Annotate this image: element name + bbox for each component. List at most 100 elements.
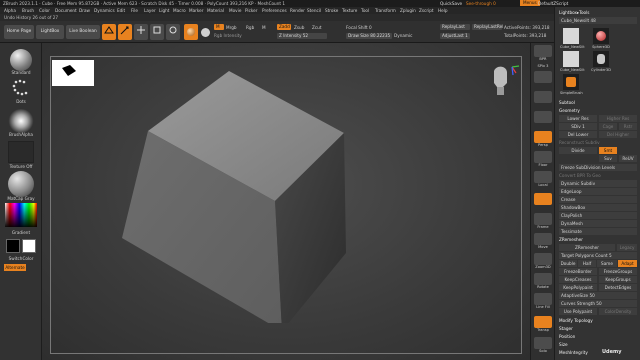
tessimate-button[interactable]: Tessimate bbox=[559, 228, 637, 235]
frame-button[interactable] bbox=[534, 213, 552, 225]
use-polypaint-toggle[interactable]: Use Polypaint bbox=[559, 308, 597, 315]
line-fill-button[interactable] bbox=[534, 293, 552, 305]
replay-last-rel-button[interactable]: ReplayLastRel bbox=[472, 24, 503, 30]
scale-mode-button[interactable] bbox=[150, 24, 164, 40]
solo-button[interactable] bbox=[534, 337, 552, 349]
menu-material[interactable]: Material bbox=[207, 8, 224, 13]
color-picker[interactable] bbox=[200, 24, 212, 40]
size-header[interactable]: Size bbox=[559, 341, 637, 348]
subtool-header[interactable]: Subtool bbox=[559, 99, 637, 106]
zremesher-button[interactable]: ZRemesher bbox=[559, 244, 615, 251]
menu-dynamics[interactable]: Dynamics bbox=[94, 8, 115, 13]
m-toggle[interactable]: M bbox=[262, 25, 266, 30]
curves-strength-slider[interactable]: Curves Strength 50 bbox=[559, 300, 637, 307]
default-zscript-button[interactable]: DefaultZScript bbox=[538, 1, 568, 6]
clay-polish-button[interactable]: ClayPolish bbox=[559, 212, 637, 219]
alternate-button[interactable]: Alternate bbox=[4, 264, 26, 271]
divide-button[interactable]: Divide bbox=[559, 147, 597, 154]
reconstruct-subdiv-button[interactable]: Reconstruct Subdiv bbox=[559, 139, 637, 146]
position-header[interactable]: Position bbox=[559, 333, 637, 340]
zoom-button[interactable] bbox=[534, 91, 552, 103]
tool-thumb-sphere[interactable] bbox=[593, 28, 609, 44]
freeze-groups-toggle[interactable]: FreezeGroups bbox=[599, 268, 637, 275]
menu-render[interactable]: Render bbox=[290, 8, 305, 13]
menu-transform[interactable]: Transform bbox=[375, 8, 396, 13]
menu-alpha[interactable]: Alpha bbox=[4, 8, 16, 13]
adjust-last-slider[interactable]: AdjustLast 1 bbox=[440, 33, 470, 39]
geometry-header[interactable]: Geometry bbox=[559, 107, 637, 114]
sdiv-slider[interactable]: SDiv 1 bbox=[559, 123, 597, 130]
main-color-swatch[interactable] bbox=[22, 239, 36, 253]
tool-thumb-cylinder[interactable] bbox=[593, 51, 609, 67]
navigation-gizmo-icon[interactable] bbox=[482, 61, 522, 101]
rgb-toggle[interactable]: Rgb bbox=[246, 25, 254, 30]
secondary-color-swatch[interactable] bbox=[6, 239, 20, 253]
adaptive-size-slider[interactable]: AdaptiveSize 50 bbox=[559, 292, 637, 299]
freeze-border-toggle[interactable]: FreezeBorder bbox=[559, 268, 597, 275]
spix-slider[interactable]: SPix 3 bbox=[531, 64, 555, 68]
matcap-gray-icon[interactable] bbox=[8, 171, 34, 197]
menu-help[interactable]: Help bbox=[438, 8, 448, 13]
transp-button[interactable] bbox=[534, 316, 552, 328]
floor-button[interactable] bbox=[534, 151, 552, 163]
menu-document[interactable]: Document bbox=[55, 8, 77, 13]
menu-zscript[interactable]: Zscript bbox=[419, 8, 434, 13]
zremesher-header[interactable]: ZRemesher bbox=[559, 236, 637, 243]
cage-button[interactable]: Cage bbox=[599, 123, 617, 130]
del-higher-button[interactable]: Del Higher bbox=[599, 131, 637, 138]
mrgb-label[interactable]: Mrgb bbox=[226, 25, 237, 30]
target-polygons-slider[interactable]: Target Polygons Count 5 bbox=[559, 252, 637, 259]
actual-button[interactable] bbox=[534, 111, 552, 123]
gradient-label[interactable]: Gradient bbox=[2, 230, 40, 235]
menu-zplugin[interactable]: Zplugin bbox=[400, 8, 416, 13]
move-view-button[interactable] bbox=[534, 233, 552, 245]
crease-button[interactable]: Crease bbox=[559, 196, 637, 203]
zsub-toggle[interactable]: Zsub bbox=[294, 25, 304, 30]
mrgb-toggle[interactable]: M bbox=[214, 24, 224, 30]
tool-thumb-cube-2[interactable] bbox=[563, 51, 579, 67]
xyz-button[interactable] bbox=[534, 193, 552, 205]
menu-tool[interactable]: Tool bbox=[361, 8, 369, 13]
see-through-slider[interactable]: See-through 0 bbox=[466, 1, 496, 6]
menu-stencil[interactable]: Stencil bbox=[307, 8, 321, 13]
mesh-integrity-header[interactable]: MeshIntegrity bbox=[559, 349, 637, 356]
menu-brush[interactable]: Brush bbox=[22, 8, 34, 13]
canvas-viewport[interactable] bbox=[42, 43, 530, 360]
home-page-button[interactable]: Home Page bbox=[4, 25, 34, 39]
keep-polypaint-toggle[interactable]: KeepPolypaint bbox=[559, 284, 597, 291]
standard-brush-icon[interactable] bbox=[10, 49, 32, 71]
current-tool-slider[interactable]: Cube_Newsilt 48 bbox=[559, 17, 637, 24]
focal-shift-slider[interactable]: Focal Shift 0 bbox=[346, 25, 372, 30]
move-mode-button[interactable] bbox=[134, 24, 148, 40]
smt-toggle[interactable]: Smt bbox=[599, 147, 617, 154]
material-swatch[interactable] bbox=[184, 24, 198, 40]
higher-res-button[interactable]: Higher Res bbox=[599, 115, 637, 122]
rgb-intensity-slider[interactable]: Rgb Intensity bbox=[214, 33, 242, 38]
zcut-toggle[interactable]: Zcut bbox=[312, 25, 321, 30]
convert-bpr-button[interactable]: Convert BPR To Geo bbox=[559, 172, 637, 179]
lower-res-button[interactable]: Lower Res bbox=[559, 115, 597, 122]
menus-toggle[interactable]: Menus bbox=[520, 0, 540, 6]
shadowbox-button[interactable]: ShadowBox bbox=[559, 204, 637, 211]
dynamesh-button[interactable]: DynaMesh bbox=[559, 220, 637, 227]
zadd-toggle[interactable]: Zadd bbox=[277, 24, 291, 30]
del-lower-button[interactable]: Del Lower bbox=[559, 131, 597, 138]
menu-file[interactable]: File bbox=[131, 8, 138, 13]
quicksave-button[interactable]: QuickSave bbox=[440, 1, 462, 6]
brush-alpha-icon[interactable] bbox=[8, 109, 34, 133]
dynamic-subdiv-button[interactable]: Dynamic Subdiv bbox=[559, 180, 637, 187]
menu-movie[interactable]: Movie bbox=[229, 8, 241, 13]
adapt-toggle[interactable]: Adapt bbox=[618, 260, 637, 267]
stager-header[interactable]: Stager bbox=[559, 325, 637, 332]
draw-size-slider[interactable]: Draw Size 80.22235 bbox=[346, 33, 392, 39]
tool-thumb-cube[interactable] bbox=[563, 28, 579, 44]
dots-stroke-icon[interactable] bbox=[10, 79, 32, 97]
live-boolean-button[interactable]: Live Boolean bbox=[66, 25, 100, 39]
menu-picker[interactable]: Picker bbox=[245, 8, 257, 13]
persp-button[interactable] bbox=[534, 131, 552, 143]
rotate-mode-button[interactable] bbox=[166, 24, 180, 40]
undo-history-bar[interactable]: Undo History 26 out of 27 bbox=[0, 14, 640, 21]
lightbox-tools-button[interactable]: Lightbox▸Tools bbox=[559, 9, 637, 16]
detect-edges-toggle[interactable]: DetectEdges bbox=[599, 284, 637, 291]
menu-preferences[interactable]: Preferences bbox=[262, 8, 287, 13]
